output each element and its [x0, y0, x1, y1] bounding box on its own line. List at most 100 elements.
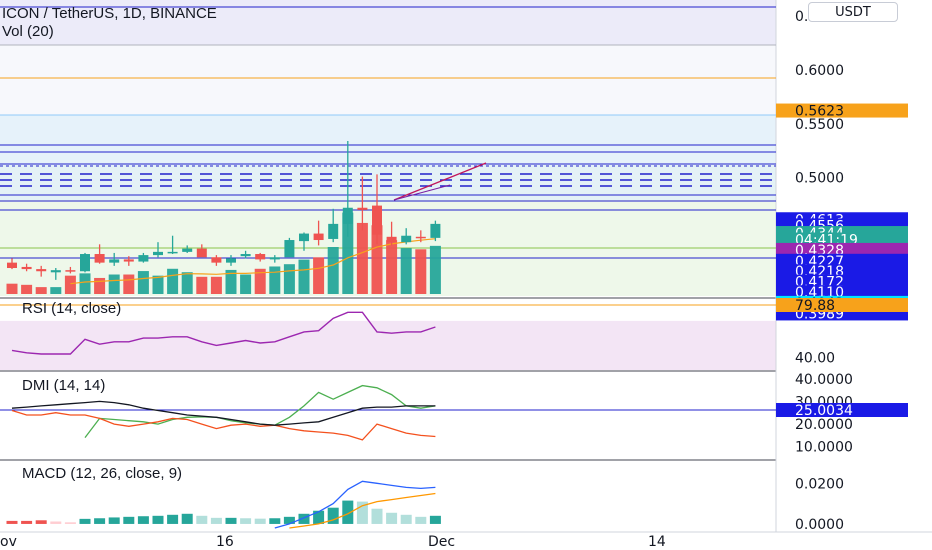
candle-body — [255, 254, 266, 260]
macd-histogram-bar — [196, 515, 208, 524]
macd-histogram-bar — [254, 518, 266, 524]
macd-histogram-bar — [123, 516, 135, 524]
macd-pane — [6, 480, 441, 529]
candle-body — [226, 258, 236, 263]
upper-zone-bg — [0, 115, 776, 165]
macd-histogram-bar — [35, 520, 47, 524]
volume-bar — [327, 247, 339, 294]
volume-bar — [210, 276, 222, 294]
macd-histogram-bar — [210, 517, 222, 524]
volume-bar — [386, 240, 398, 294]
macd-title: MACD (12, 26, close, 9) — [22, 465, 182, 482]
volume-bar — [356, 222, 368, 294]
candle-body — [153, 251, 163, 256]
candle-body — [240, 254, 251, 257]
macd-histogram-bar — [181, 513, 193, 524]
macd-histogram-bar — [269, 518, 281, 524]
dmi-badge: 25.0034 — [795, 403, 853, 419]
volume-bar — [123, 274, 135, 294]
volume-bar — [50, 287, 62, 294]
rsi-tick-label: 40.00 — [795, 351, 835, 367]
volume-bar — [108, 274, 120, 294]
candle-body — [313, 233, 324, 241]
macd-tick-label: 0.0000 — [795, 517, 844, 533]
candle-body — [372, 205, 382, 235]
price-badge: 0.5623 — [795, 104, 844, 120]
time-axis: ov 16 Dec 14 — [0, 534, 666, 550]
rsi-badge: 79.88 — [795, 298, 835, 314]
macd-histogram-bar — [371, 508, 383, 524]
candle-body — [299, 233, 309, 242]
candle-body — [50, 270, 61, 273]
rsi-band — [0, 320, 776, 370]
volume-bar — [196, 276, 208, 294]
macd-histogram-bar — [64, 522, 76, 524]
volume-bar — [181, 272, 193, 294]
candle-body — [211, 257, 222, 263]
volume-bar — [283, 264, 295, 294]
volume-bar — [429, 245, 441, 294]
dmi-title: DMI (14, 14) — [22, 377, 105, 394]
dmi-tick-label: 40.0000 — [795, 372, 853, 388]
price-tick-label: 0.6000 — [795, 63, 844, 79]
candle-body — [109, 259, 120, 263]
dmi-tick-label: 10.0000 — [795, 440, 853, 456]
x-tick-label: ov — [0, 534, 17, 550]
volume-bar — [94, 277, 106, 294]
candle-body — [284, 240, 295, 258]
volume-bar — [79, 273, 91, 294]
macd-histogram-bar — [94, 518, 106, 524]
volume-bar — [415, 249, 427, 294]
rsi-title: RSI (14, close) — [22, 300, 121, 317]
price-tick-label: 0.5000 — [795, 171, 844, 187]
x-tick-label: 14 — [648, 534, 666, 550]
dmi-tick-label: 20.0000 — [795, 417, 853, 433]
macd-histogram-bar — [6, 520, 18, 524]
chart-canvas: 0.65000.60000.55000.500040.0040.000030.0… — [0, 0, 932, 550]
macd-histogram-bar — [167, 514, 179, 524]
volume-bar — [152, 275, 164, 294]
candle-body — [80, 254, 90, 272]
di-plus-line — [84, 384, 436, 438]
candle-body — [342, 207, 353, 224]
macd-histogram-bar — [137, 516, 149, 524]
macd-histogram-bar — [386, 512, 398, 524]
macd-histogram-bar — [152, 515, 164, 524]
candle-body — [21, 266, 32, 270]
volume-bar — [137, 271, 149, 294]
macd-histogram-bar — [415, 516, 427, 524]
candle-body — [36, 269, 47, 272]
currency-button[interactable]: USDT — [808, 2, 898, 22]
volume-label: Vol (20) — [2, 23, 54, 40]
candle-body — [7, 262, 17, 269]
volume-bar — [313, 257, 325, 294]
volume-bar — [21, 284, 33, 294]
macd-histogram-bar — [400, 514, 412, 524]
macd-histogram-bar — [50, 521, 62, 524]
candle-body — [430, 223, 441, 238]
macd-histogram-bar — [21, 520, 33, 524]
volume-bar — [240, 274, 252, 294]
candle-body — [386, 236, 397, 243]
macd-histogram-bar — [240, 518, 252, 524]
volume-bar — [400, 248, 412, 294]
candle-body — [196, 248, 207, 258]
x-tick-label: 16 — [216, 534, 234, 550]
volume-bar — [298, 259, 310, 294]
volume-bar — [269, 266, 281, 294]
mid-zone-bg — [0, 45, 776, 115]
candle-body — [357, 207, 368, 210]
adx-line — [11, 400, 436, 426]
candle-body — [415, 236, 426, 239]
chart-title: ICON / TetherUS, 1D, BINANCE — [2, 5, 217, 22]
candle-body — [167, 251, 178, 254]
candle-body — [65, 270, 76, 272]
macd-histogram-bar — [79, 518, 91, 524]
macd-histogram-bar — [225, 517, 237, 524]
volume-bar — [167, 268, 179, 294]
candle-body — [328, 223, 339, 239]
volume-bar — [64, 275, 76, 294]
di-minus-line — [11, 409, 436, 441]
candle-body — [269, 257, 280, 260]
candle-body — [123, 259, 134, 262]
